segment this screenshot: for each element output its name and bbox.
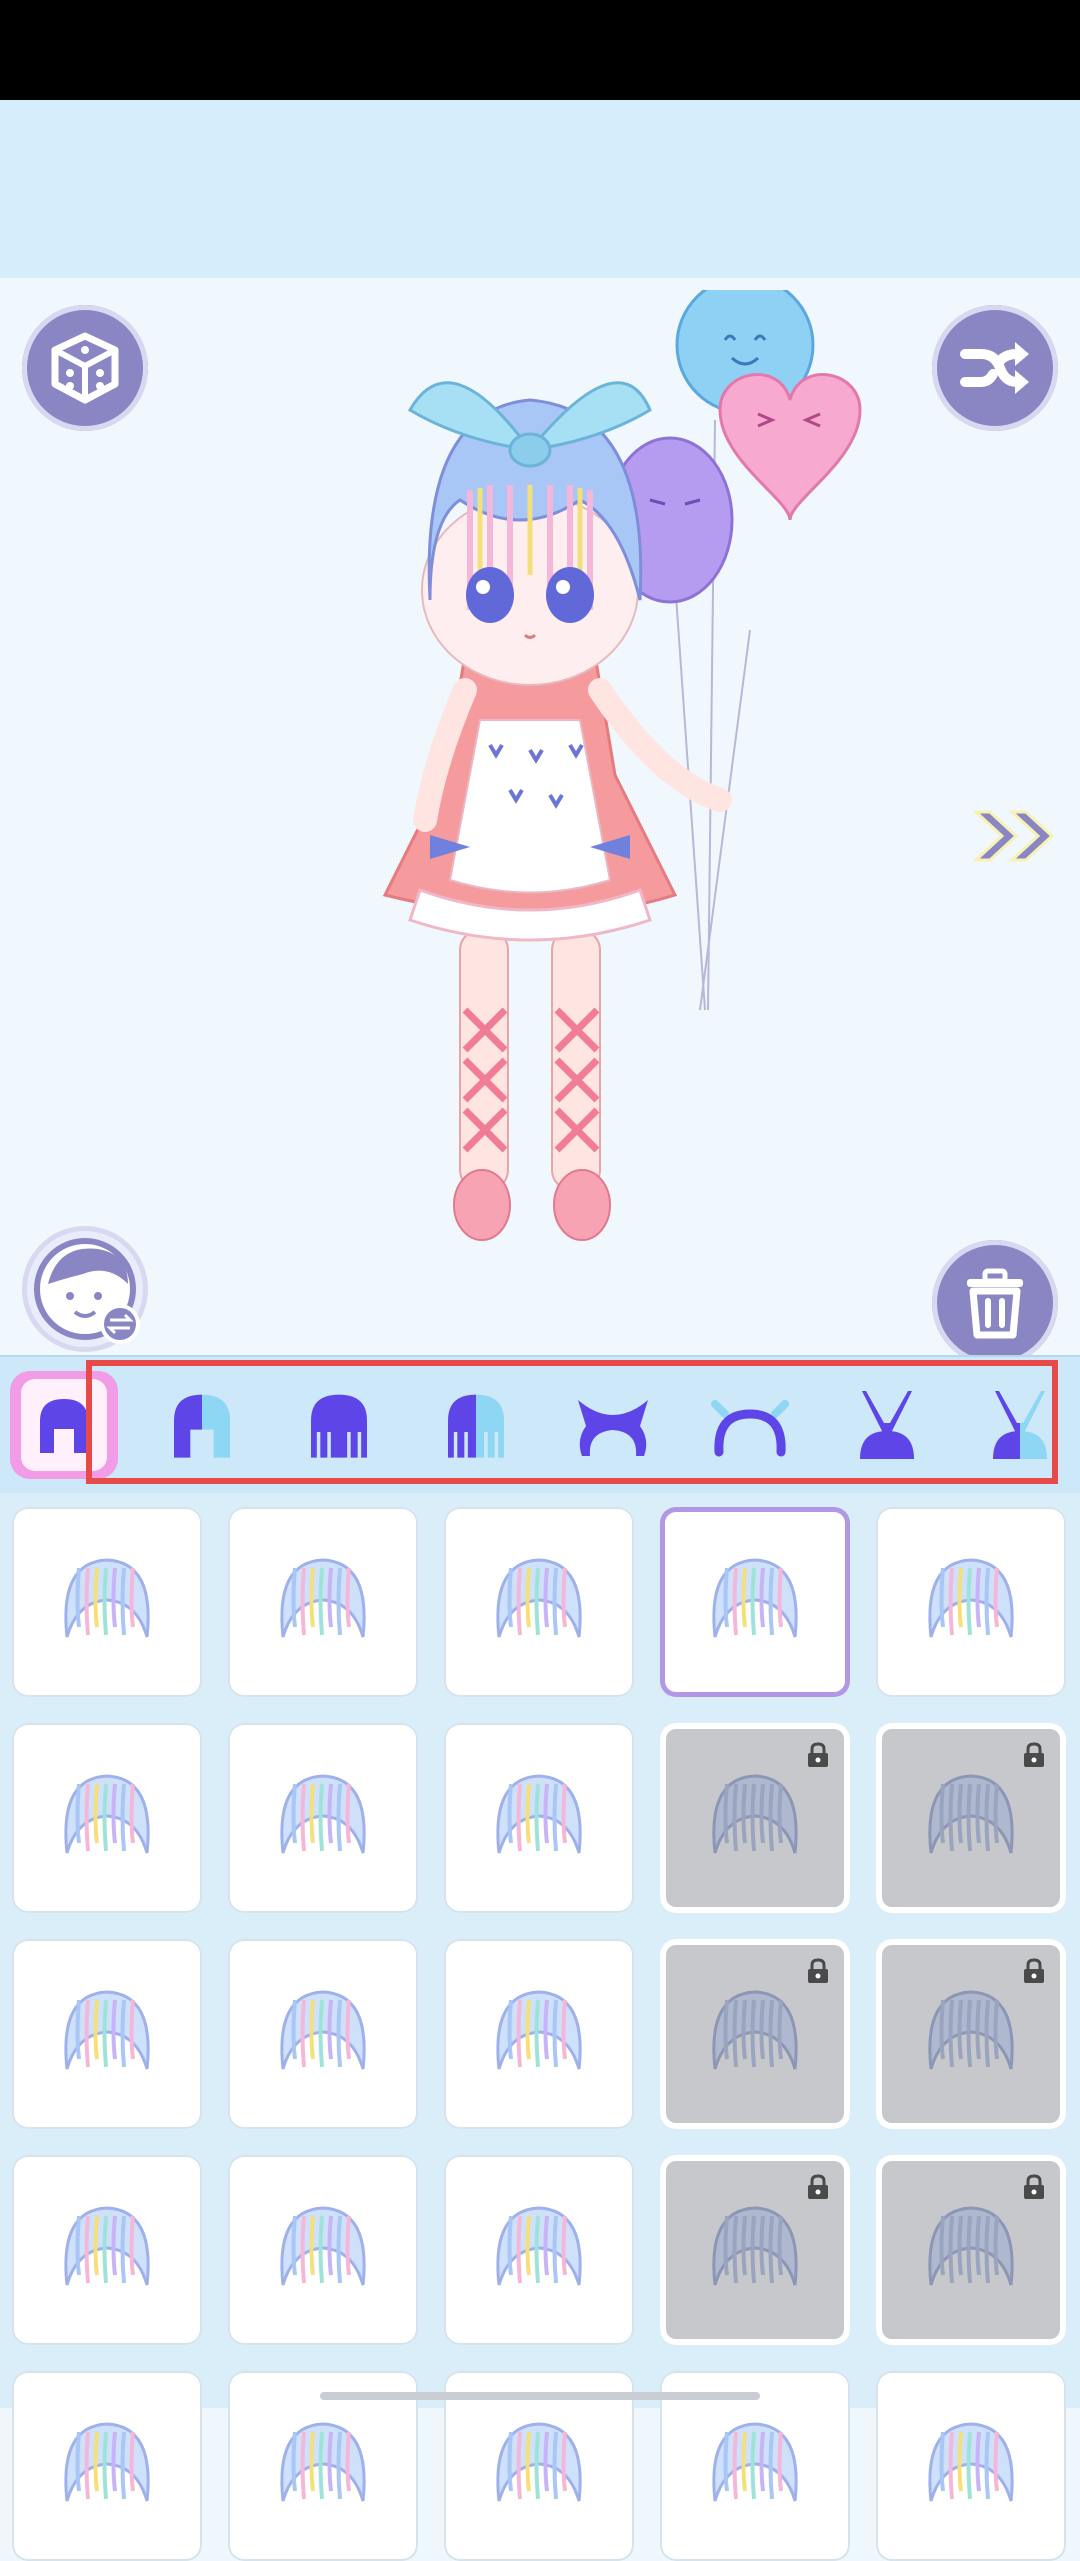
- hair-style-icon: [928, 1558, 1014, 1638]
- hair-style-icon: [496, 1558, 582, 1638]
- hair-item[interactable]: [228, 1723, 418, 1913]
- hair-style-icon: [280, 2206, 366, 2286]
- lock-icon: [808, 1742, 828, 1767]
- hair-item[interactable]: [12, 1723, 202, 1913]
- hair-style-icon: [64, 2422, 150, 2502]
- shuffle-icon: [960, 342, 1029, 394]
- hair-style-icon: [712, 1774, 798, 1854]
- hair-item[interactable]: [660, 1939, 850, 2129]
- hair-item[interactable]: [12, 2155, 202, 2345]
- home-indicator: [320, 2392, 760, 2400]
- hair-style-icon: [928, 2206, 1014, 2286]
- hair-style-icon: [496, 2206, 582, 2286]
- hair-item-grid: [0, 1493, 1080, 2561]
- delete-button[interactable]: [932, 1240, 1058, 1366]
- lock-icon: [808, 2174, 828, 2199]
- hair-item[interactable]: [444, 1507, 634, 1697]
- random-button[interactable]: [22, 305, 148, 431]
- shuffle-button[interactable]: [932, 305, 1058, 431]
- hair-item[interactable]: [876, 1723, 1066, 1913]
- top-banner-area: [0, 100, 1080, 278]
- hair-style-icon: [928, 1774, 1014, 1854]
- hair-style-icon: [712, 2206, 798, 2286]
- hair-style-icon: [280, 2422, 366, 2502]
- hair-style-icon: [64, 1990, 150, 2070]
- hair-item[interactable]: [444, 2155, 634, 2345]
- hair-style-icon: [928, 2422, 1014, 2502]
- hair-front-icon: [40, 1399, 88, 1453]
- hair-item[interactable]: [876, 1507, 1066, 1697]
- hair-style-icon: [280, 1774, 366, 1854]
- hair-item[interactable]: [228, 2155, 418, 2345]
- hair-style-icon: [496, 1990, 582, 2070]
- hair-item[interactable]: [876, 1939, 1066, 2129]
- character-illustration: [382, 290, 862, 1241]
- face-swap-icon: [34, 1238, 140, 1344]
- hair-style-icon: [496, 1774, 582, 1854]
- tab-highlight-box: [86, 1360, 1058, 1484]
- hair-item[interactable]: [444, 1939, 634, 2129]
- lock-icon: [808, 1958, 828, 1983]
- hair-item[interactable]: [444, 1723, 634, 1913]
- hair-style-icon: [280, 1990, 366, 2070]
- hair-style-icon: [64, 2206, 150, 2286]
- hair-item[interactable]: [876, 2155, 1066, 2345]
- hair-item[interactable]: [12, 2371, 202, 2561]
- hair-style-icon: [712, 1558, 798, 1638]
- hair-item[interactable]: [228, 1939, 418, 2129]
- hair-item[interactable]: [660, 1507, 850, 1697]
- hair-style-icon: [64, 1558, 150, 1638]
- hair-item[interactable]: [876, 2371, 1066, 2561]
- hair-item[interactable]: [660, 2155, 850, 2345]
- face-swap-button[interactable]: [22, 1226, 148, 1352]
- hair-style-icon: [928, 1990, 1014, 2070]
- hair-style-icon: [64, 1774, 150, 1854]
- hair-style-icon: [712, 1990, 798, 2070]
- character-stage: [0, 278, 1080, 1355]
- hair-item[interactable]: [12, 1507, 202, 1697]
- double-chevron-right-icon[interactable]: [972, 806, 1064, 866]
- dice-icon: [51, 332, 119, 404]
- hair-style-icon: [280, 1558, 366, 1638]
- hair-item[interactable]: [228, 1507, 418, 1697]
- lock-icon: [1024, 1958, 1044, 1983]
- lock-icon: [1024, 2174, 1044, 2199]
- hair-item[interactable]: [660, 1723, 850, 1913]
- trash-icon: [967, 1268, 1023, 1339]
- hair-style-icon: [712, 2422, 798, 2502]
- hair-style-icon: [496, 2422, 582, 2502]
- hair-item[interactable]: [12, 1939, 202, 2129]
- status-bar: [0, 0, 1080, 100]
- lock-icon: [1024, 1742, 1044, 1767]
